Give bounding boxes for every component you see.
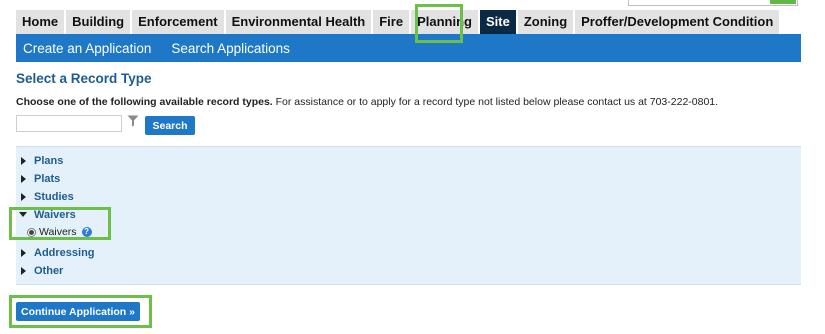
chevron-right-icon [19,156,27,166]
search-applications-link[interactable]: Search Applications [171,41,290,56]
tab-site[interactable]: Site [479,10,516,39]
create-application-link[interactable]: Create an Application [23,41,151,56]
tab-home[interactable]: Home [16,10,65,34]
instructions-bold: Choose one of the following available re… [16,96,273,108]
chevron-down-icon [19,210,27,220]
record-type-panel: Plans Plats Studies Waivers Waivers ? Ad… [16,146,801,285]
global-search-button[interactable] [770,0,796,4]
record-type-addressing[interactable]: Addressing [19,245,95,260]
record-type-studies[interactable]: Studies [19,189,74,204]
record-type-label: Waivers [34,208,76,221]
chevron-right-icon [19,248,27,258]
continue-application-button[interactable]: Continue Application » [16,302,140,321]
tab-building[interactable]: Building [66,10,131,34]
tab-proffer-development-condition[interactable]: Proffer/Development Condition [575,10,780,34]
sub-navigation: Create an Application Search Application… [16,34,801,62]
question-icon[interactable]: ? [81,227,92,237]
record-type-waivers[interactable]: Waivers [19,207,76,222]
record-type-plans[interactable]: Plans [19,153,63,168]
record-type-label: Addressing [34,246,95,259]
chevron-right-icon [19,266,27,276]
chevron-right-icon [19,174,27,184]
record-type-plats[interactable]: Plats [19,171,60,186]
waivers-radio[interactable] [27,227,36,237]
search-button[interactable]: Search [145,116,195,135]
instructions-rest: For assistance or to apply for a record … [272,96,719,108]
page-title: Select a Record Type [16,71,152,86]
record-type-label: Plans [34,154,64,167]
tab-environmental-health[interactable]: Environmental Health [225,10,372,34]
filter-icon[interactable] [127,115,139,127]
record-type-label: Studies [34,190,74,203]
module-tabs: Home Building Enforcement Environmental … [16,10,780,39]
tab-fire[interactable]: Fire [373,10,410,34]
record-type-other[interactable]: Other [19,263,63,278]
tab-enforcement[interactable]: Enforcement [132,10,224,34]
chevron-right-icon [19,192,27,202]
waivers-option-label: Waivers [39,226,77,238]
record-type-search-input[interactable] [16,115,122,132]
waivers-option: Waivers ? [27,225,92,239]
tab-zoning[interactable]: Zoning [517,10,574,34]
instructions-text: Choose one of the following available re… [16,96,718,108]
radio-selected-dot [29,229,34,235]
record-type-label: Other [34,264,64,277]
tab-planning[interactable]: Planning [411,10,478,34]
record-type-label: Plats [34,172,61,185]
